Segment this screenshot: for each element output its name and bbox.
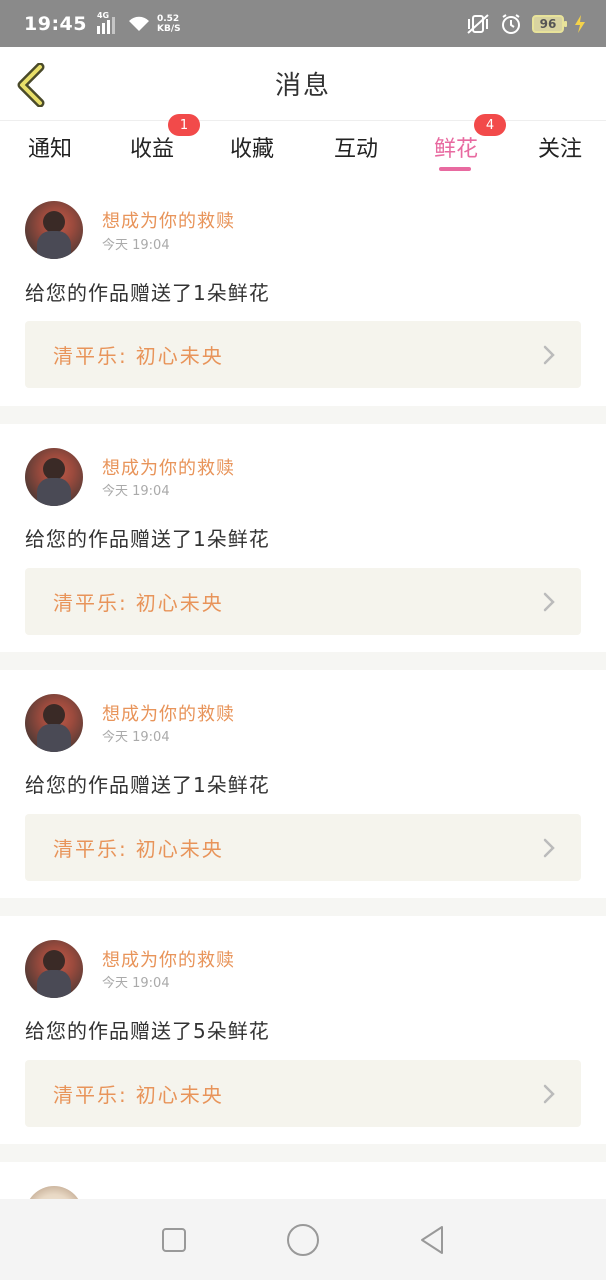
- message-card: 想成为你的救赎 今天 19:04 给您的作品赠送了1朵鲜花 清平乐: 初心未央: [0, 424, 606, 652]
- tab-label: 收益: [129, 137, 174, 162]
- header: 消息: [0, 47, 606, 121]
- message-list[interactable]: 想成为你的救赎 今天 19:04 给您的作品赠送了1朵鲜花 清平乐: 初心未央 …: [0, 179, 606, 1199]
- message-time: 今天 19:04: [102, 484, 170, 499]
- work-link[interactable]: 清平乐: 初心未央: [25, 568, 581, 635]
- sender-name[interactable]: 想成为你的救赎: [102, 946, 235, 972]
- circle-icon: [286, 1223, 319, 1256]
- tab-label: 鲜花: [433, 137, 478, 162]
- network-type: 4G: [96, 10, 110, 20]
- message-card-partial: [0, 1162, 606, 1199]
- message-time: 今天 19:04: [102, 238, 170, 253]
- message-card: 想成为你的救赎 今天 19:04 给您的作品赠送了1朵鲜花 清平乐: 初心未央: [0, 179, 606, 406]
- chevron-right-icon: [543, 592, 555, 612]
- wifi-icon: [128, 16, 149, 31]
- message-content: 给您的作品赠送了1朵鲜花: [25, 281, 270, 305]
- work-label: 清平乐:: [53, 344, 128, 368]
- sender-name[interactable]: 想成为你的救赎: [102, 454, 235, 480]
- work-label: 清平乐:: [53, 591, 128, 615]
- signal-icon: 4G: [96, 10, 115, 34]
- work-title: 初心未央: [135, 1083, 224, 1107]
- message-time: 今天 19:04: [102, 976, 170, 991]
- battery-level: 96: [539, 16, 557, 31]
- triangle-back-icon: [420, 1225, 443, 1254]
- tab-notifications[interactable]: 通知: [20, 127, 80, 167]
- work-title: 初心未央: [135, 591, 224, 615]
- recents-button[interactable]: [154, 1220, 194, 1260]
- message-content: 给您的作品赠送了1朵鲜花: [25, 773, 270, 797]
- system-nav-bar: [0, 1199, 606, 1280]
- back-nav-button[interactable]: [412, 1220, 452, 1260]
- tab-bar: 通知 收益 1 收藏 互动 鲜花 4 关注: [0, 114, 606, 179]
- status-bar: 19:45 4G 0.52 KB/S 96: [0, 0, 606, 47]
- tab-favorites[interactable]: 收藏: [222, 127, 282, 167]
- avatar[interactable]: [25, 201, 83, 259]
- square-icon: [162, 1227, 187, 1252]
- battery-icon: 96: [532, 14, 567, 33]
- avatar[interactable]: [25, 1186, 83, 1199]
- network-speed: 0.52 KB/S: [156, 13, 181, 34]
- message-card: 想成为你的救赎 今天 19:04 给您的作品赠送了1朵鲜花 清平乐: 初心未央: [0, 670, 606, 898]
- work-link[interactable]: 清平乐: 初心未央: [25, 321, 581, 388]
- tab-label: 关注: [537, 137, 582, 162]
- avatar[interactable]: [25, 448, 83, 506]
- sender-name[interactable]: 想成为你的救赎: [102, 207, 235, 233]
- vibrate-mute-icon: [467, 13, 489, 34]
- work-link[interactable]: 清平乐: 初心未央: [25, 1060, 581, 1127]
- page-title: 消息: [274, 71, 331, 101]
- tab-label: 收藏: [229, 137, 274, 162]
- sender-name[interactable]: 想成为你的救赎: [102, 700, 235, 726]
- message-content: 给您的作品赠送了1朵鲜花: [25, 527, 270, 551]
- chevron-right-icon: [543, 345, 555, 365]
- avatar[interactable]: [25, 940, 83, 998]
- tab-label: 通知: [27, 137, 72, 162]
- message-card: 想成为你的救赎 今天 19:04 给您的作品赠送了5朵鲜花 清平乐: 初心未央: [0, 916, 606, 1144]
- chevron-right-icon: [543, 838, 555, 858]
- work-label: 清平乐:: [53, 1083, 128, 1107]
- work-title: 初心未央: [135, 344, 224, 368]
- charging-icon: [575, 14, 585, 33]
- active-tab-indicator: [439, 167, 471, 171]
- work-link[interactable]: 清平乐: 初心未央: [25, 814, 581, 881]
- alarm-icon: [502, 13, 520, 34]
- status-time: 19:45: [24, 12, 87, 35]
- home-button[interactable]: [283, 1220, 323, 1260]
- avatar[interactable]: [25, 694, 83, 752]
- flowers-badge: 4: [474, 114, 506, 136]
- earnings-badge: 1: [168, 114, 200, 136]
- chevron-right-icon: [543, 1084, 555, 1104]
- message-content: 给您的作品赠送了5朵鲜花: [25, 1019, 270, 1043]
- work-title: 初心未央: [135, 837, 224, 861]
- tab-label: 互动: [333, 137, 378, 162]
- message-time: 今天 19:04: [102, 730, 170, 745]
- work-label: 清平乐:: [53, 837, 128, 861]
- tab-follows[interactable]: 关注: [530, 127, 590, 167]
- tab-interactions[interactable]: 互动: [326, 127, 386, 167]
- back-icon[interactable]: [14, 63, 50, 107]
